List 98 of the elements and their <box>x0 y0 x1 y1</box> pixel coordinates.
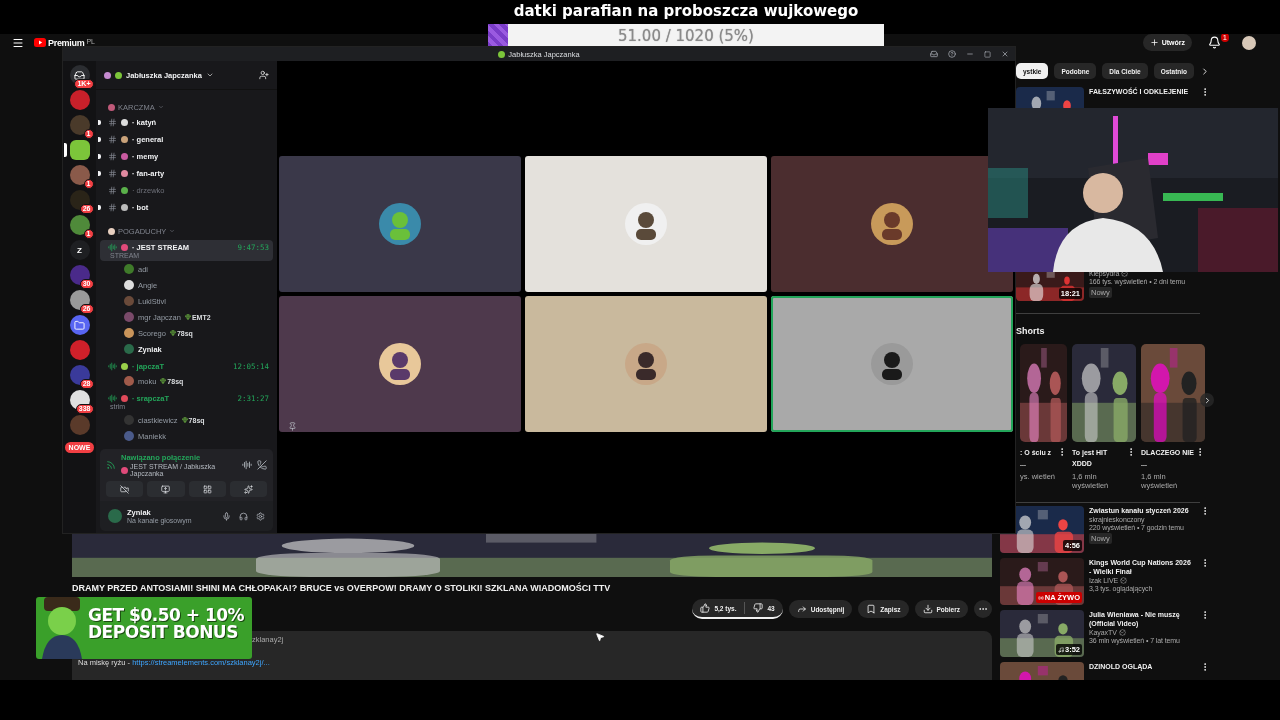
channel-emoji-icon <box>121 187 128 194</box>
hash-icon <box>108 152 117 161</box>
grid-icon <box>202 484 212 494</box>
settings-icon[interactable] <box>256 511 265 521</box>
avatar[interactable] <box>1242 35 1256 50</box>
voice-activity-icon <box>108 362 117 371</box>
video-tile[interactable] <box>525 156 767 292</box>
server-icon[interactable]: Z <box>69 240 90 260</box>
maximize-icon[interactable] <box>984 50 991 58</box>
server-icon[interactable] <box>69 265 90 285</box>
microphone-icon[interactable] <box>222 511 231 521</box>
gem-icon <box>184 314 191 320</box>
screen-share-icon <box>161 484 171 494</box>
channel-emoji-icon <box>121 153 128 160</box>
channel-emoji-icon <box>121 395 128 402</box>
hash-icon <box>108 169 117 178</box>
noise-suppression-icon[interactable] <box>242 460 252 470</box>
avatar-icon <box>870 342 914 386</box>
channel-emoji-icon <box>121 466 128 474</box>
logo-text: Premium <box>48 37 85 48</box>
live-icon <box>1037 594 1044 601</box>
video-tile[interactable] <box>279 156 521 292</box>
chevron-down-icon <box>169 228 176 234</box>
download-icon <box>922 604 933 614</box>
server-icon[interactable] <box>69 65 90 85</box>
gem-icon <box>160 378 167 384</box>
gem-icon <box>181 417 188 423</box>
chevron-down-icon <box>157 104 164 110</box>
avatar-icon <box>870 202 914 246</box>
cursor-icon <box>595 632 605 642</box>
inbox-icon[interactable] <box>930 50 938 58</box>
plus-icon <box>1149 38 1159 47</box>
video-tile[interactable] <box>771 296 1013 432</box>
youtube-logo-icon <box>34 38 46 47</box>
add-user-icon[interactable] <box>259 70 269 80</box>
menu-icon[interactable] <box>12 36 24 49</box>
channel-emoji-icon <box>121 363 128 370</box>
close-icon[interactable] <box>1001 50 1009 58</box>
bell-icon[interactable] <box>1208 35 1221 49</box>
hash-icon <box>108 203 117 212</box>
server-icon[interactable] <box>69 140 90 160</box>
connection-icon <box>106 460 116 470</box>
video-title: DRAMY PRZED ANTOSIAMI! SHINI MA CHŁOPAKA!? BRUCE vs OVERPOW! DRAMY O STOLIKI! SZKLANA WIADOMOŚCI TTV <box>72 583 612 595</box>
avatar-icon <box>624 202 668 246</box>
activities-button[interactable] <box>188 481 226 497</box>
avatar-icon <box>378 202 422 246</box>
chevron-down-icon <box>205 71 214 79</box>
chevron-right-icon[interactable] <box>1200 65 1210 77</box>
next-button[interactable] <box>1200 393 1214 407</box>
server-icon[interactable] <box>69 115 90 135</box>
camera-off-icon <box>120 484 130 494</box>
more-button[interactable] <box>974 600 992 618</box>
category-emoji-icon <box>108 103 115 111</box>
section-title: Shorts <box>1016 326 1046 336</box>
thumbs-down-icon <box>753 603 764 613</box>
server-icon[interactable] <box>69 315 90 335</box>
avatar-icon <box>378 342 422 386</box>
server-icon[interactable] <box>69 290 90 310</box>
gem-icon <box>169 330 176 336</box>
hash-icon <box>108 135 117 144</box>
channel-emoji-icon <box>121 170 128 177</box>
server-icon[interactable] <box>69 165 90 185</box>
server-icon[interactable] <box>69 215 90 235</box>
channel-emoji-icon <box>121 244 128 251</box>
sparkles-icon <box>243 484 253 494</box>
video-tile[interactable] <box>279 296 521 432</box>
server-icon[interactable] <box>69 365 90 385</box>
server-icon[interactable] <box>69 190 90 210</box>
thumbs-up-icon <box>700 603 711 613</box>
music-icon <box>1058 646 1064 653</box>
video-tile[interactable] <box>771 156 1013 292</box>
avatar-icon <box>624 342 668 386</box>
voice-activity-icon <box>108 394 117 403</box>
video-tile[interactable] <box>525 296 767 432</box>
category-emoji-icon <box>108 227 115 235</box>
voice-activity-icon <box>108 243 117 252</box>
headphones-icon[interactable] <box>239 511 248 521</box>
folder-icon <box>74 319 85 331</box>
channel-emoji-icon <box>121 204 128 211</box>
help-icon[interactable] <box>948 50 956 58</box>
ad-text: GET $0.50 + 10% <box>88 607 245 624</box>
channel-emoji-icon <box>121 136 128 143</box>
hash-icon <box>108 118 117 127</box>
donation-title: datki parafian na proboszcza wujkowego <box>512 2 860 20</box>
hash-icon <box>108 186 117 195</box>
server-icon[interactable] <box>69 390 90 410</box>
ad-text: DEPOSIT BONUS <box>88 624 239 641</box>
bookmark-icon <box>866 604 877 614</box>
channel-emoji-icon <box>121 119 128 126</box>
donation-amount: 51.00 / 1020 (5%) <box>618 26 754 45</box>
server-emoji-icon <box>104 71 111 79</box>
avatar <box>108 509 122 523</box>
avatar <box>124 376 134 386</box>
screen-share-button[interactable] <box>147 481 185 497</box>
share-icon <box>796 604 807 614</box>
camera-button[interactable] <box>106 481 144 497</box>
soundboard-button[interactable] <box>229 481 267 497</box>
disconnect-icon[interactable] <box>257 460 267 470</box>
